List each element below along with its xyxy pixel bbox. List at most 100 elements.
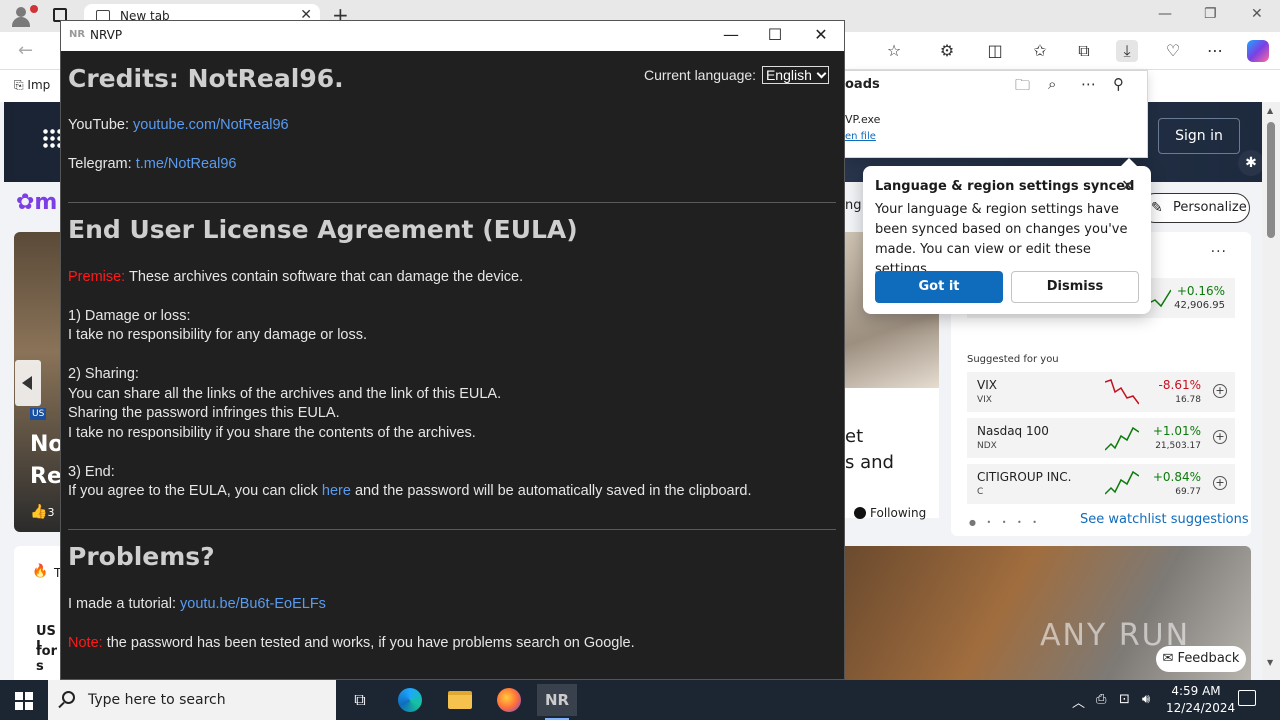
- news-partial-text: ng: [845, 198, 862, 213]
- section-2-text-2: Sharing the password infringes this EULA…: [68, 405, 340, 421]
- add-to-watchlist-icon[interactable]: +: [1213, 476, 1227, 490]
- scroll-thumb[interactable]: [1267, 122, 1275, 238]
- open-file-link[interactable]: en file: [845, 131, 876, 142]
- language-label: Current language:: [644, 67, 757, 83]
- nrvp-maximize-button[interactable]: ☐: [765, 25, 785, 44]
- add-to-watchlist-icon[interactable]: +: [1213, 384, 1227, 398]
- start-button[interactable]: [15, 692, 33, 710]
- stock-row-vix[interactable]: VIX VIX -8.61% 16.78 +: [967, 372, 1235, 412]
- collections-icon[interactable]: ⧉: [1073, 40, 1095, 62]
- download-file-name: VP.exe: [845, 113, 881, 126]
- nrvp-window-title: NRVP: [90, 28, 123, 42]
- here-link[interactable]: here: [322, 483, 351, 499]
- trending-card[interactable]: 🔥 T US I for s: [14, 546, 61, 680]
- telegram-link[interactable]: t.me/NotReal96: [136, 156, 237, 172]
- sign-in-button[interactable]: Sign in: [1158, 118, 1240, 154]
- divider: [68, 202, 836, 203]
- page-settings-icon[interactable]: ✱: [1238, 150, 1262, 176]
- stock-name: Nasdaq 100: [977, 424, 1049, 438]
- section-3-title: 3) End:: [68, 464, 115, 480]
- personalize-button[interactable]: ✎ Personalize: [1140, 193, 1250, 223]
- stock-row-ndx[interactable]: Nasdaq 100 NDX +1.01% 21,503.17 +: [967, 418, 1235, 458]
- file-explorer-icon[interactable]: [448, 691, 472, 709]
- back-button[interactable]: ←: [18, 40, 33, 61]
- taskbar-clock[interactable]: 4:59 AM 12/24/2024: [1166, 683, 1235, 717]
- add-to-watchlist-icon[interactable]: +: [1213, 430, 1227, 444]
- feedback-button[interactable]: ✉ Feedback: [1156, 646, 1246, 672]
- favorites-icon[interactable]: ✩: [1029, 40, 1051, 62]
- nrvp-minimize-button[interactable]: —: [721, 25, 741, 44]
- got-it-button[interactable]: Got it: [875, 271, 1003, 303]
- downloads-title: oads: [845, 77, 880, 92]
- telegram-line: Telegram: t.me/NotReal96: [68, 156, 236, 172]
- browser-minimize-button[interactable]: —: [1158, 6, 1172, 22]
- taskbar-search[interactable]: Type here to search: [48, 680, 336, 720]
- favorite-star-icon[interactable]: ☆: [883, 40, 905, 62]
- split-screen-icon[interactable]: ◫: [984, 40, 1006, 62]
- scroll-down-icon[interactable]: ▼: [1267, 658, 1273, 667]
- language-sync-popup: Language & region settings synced ✕ Your…: [863, 158, 1151, 314]
- telegram-label: Telegram:: [68, 156, 132, 172]
- nrvp-titlebar[interactable]: NR NRVP — ☐ ✕: [61, 21, 844, 51]
- nrvp-taskbar-button[interactable]: NR: [537, 684, 577, 720]
- notification-icon[interactable]: [1238, 690, 1256, 706]
- firefox-icon[interactable]: [497, 688, 521, 712]
- dismiss-button[interactable]: Dismiss: [1011, 271, 1139, 303]
- more-options-icon[interactable]: ···: [1211, 244, 1227, 260]
- profile-icon[interactable]: [10, 5, 38, 27]
- language-select[interactable]: English: [761, 66, 829, 84]
- like-icon[interactable]: 👍3: [30, 504, 54, 520]
- section-1-title: 1) Damage or loss:: [68, 308, 191, 324]
- nrvp-content: Current language: English Credits: NotRe…: [68, 51, 838, 679]
- volume-icon[interactable]: 🔊︎: [1142, 692, 1150, 707]
- stock-change: +0.84%: [1152, 470, 1201, 484]
- section-2-text-3: I take no responsibility if you share th…: [68, 425, 476, 441]
- more-icon[interactable]: ⋯: [1081, 75, 1096, 93]
- stock-symbol: NDX: [977, 441, 997, 451]
- pin-icon[interactable]: ⚲: [1113, 75, 1124, 93]
- browser-close-button[interactable]: ✕: [1251, 6, 1263, 22]
- open-folder-icon[interactable]: 🗀: [1015, 75, 1030, 100]
- browser-restore-button[interactable]: ❐: [1204, 6, 1217, 22]
- tray-chevron-icon[interactable]: ︿: [1072, 692, 1085, 711]
- favorites-item-import[interactable]: ⎘ Imp: [14, 78, 50, 93]
- hero-badge: US: [30, 408, 47, 420]
- task-view-icon[interactable]: ⧉: [340, 684, 380, 716]
- downloads-flyout: oads 🗀 ⌕ ⋯ ⚲ VP.exe en file: [845, 70, 1148, 158]
- downloads-icon[interactable]: ⤓: [1116, 40, 1138, 62]
- watchlist-pager[interactable]: ● • • • •: [969, 518, 1041, 527]
- stock-row-citigroup[interactable]: CITIGROUP INC. C +0.84% 69.77 +: [967, 464, 1235, 504]
- msn-logo-icon: ✿m: [16, 190, 58, 215]
- section-3-text: If you agree to the EULA, you can click …: [68, 483, 752, 499]
- apps-grid-icon[interactable]: [42, 128, 62, 148]
- copilot-icon[interactable]: [1247, 40, 1269, 62]
- scroll-up-icon[interactable]: ▲: [1267, 106, 1273, 115]
- stock-name: CITIGROUP INC.: [977, 470, 1072, 484]
- tray-device-icon[interactable]: ⎙: [1096, 692, 1106, 707]
- premise-line: Premise: These archives contain software…: [68, 269, 523, 285]
- sparkline-down-icon: [1105, 379, 1139, 405]
- following-button[interactable]: Following: [854, 506, 926, 520]
- section-2-title: 2) Sharing:: [68, 366, 139, 382]
- stock-name: VIX: [977, 378, 997, 392]
- edge-icon[interactable]: [398, 688, 422, 712]
- check-icon: [854, 507, 866, 519]
- premise-label: Premise:: [68, 269, 126, 285]
- carousel-prev-button[interactable]: [15, 360, 41, 406]
- tutorial-link[interactable]: youtu.be/Bu6t-EoELFs: [180, 596, 326, 612]
- sparkline-up-icon: [1105, 470, 1139, 495]
- nrvp-close-button[interactable]: ✕: [811, 25, 831, 44]
- see-watchlist-link[interactable]: See watchlist suggestions: [1080, 512, 1249, 527]
- browser-essentials-icon[interactable]: ♡: [1162, 40, 1184, 62]
- fire-icon: 🔥: [32, 564, 49, 579]
- popup-close-icon[interactable]: ✕: [1121, 176, 1134, 195]
- search-icon[interactable]: ⌕: [1048, 75, 1056, 93]
- extensions-icon[interactable]: ⚙: [936, 40, 958, 62]
- page-scrollbar[interactable]: ▲ ▼: [1262, 102, 1280, 680]
- settings-more-icon[interactable]: ⋯: [1204, 40, 1226, 62]
- stock-value: 16.78: [1175, 395, 1201, 405]
- youtube-link[interactable]: youtube.com/NotReal96: [133, 117, 289, 133]
- network-icon[interactable]: ⊡: [1119, 692, 1130, 707]
- chevron-down-icon: [816, 68, 827, 79]
- nrvp-app-icon: NR: [69, 29, 86, 40]
